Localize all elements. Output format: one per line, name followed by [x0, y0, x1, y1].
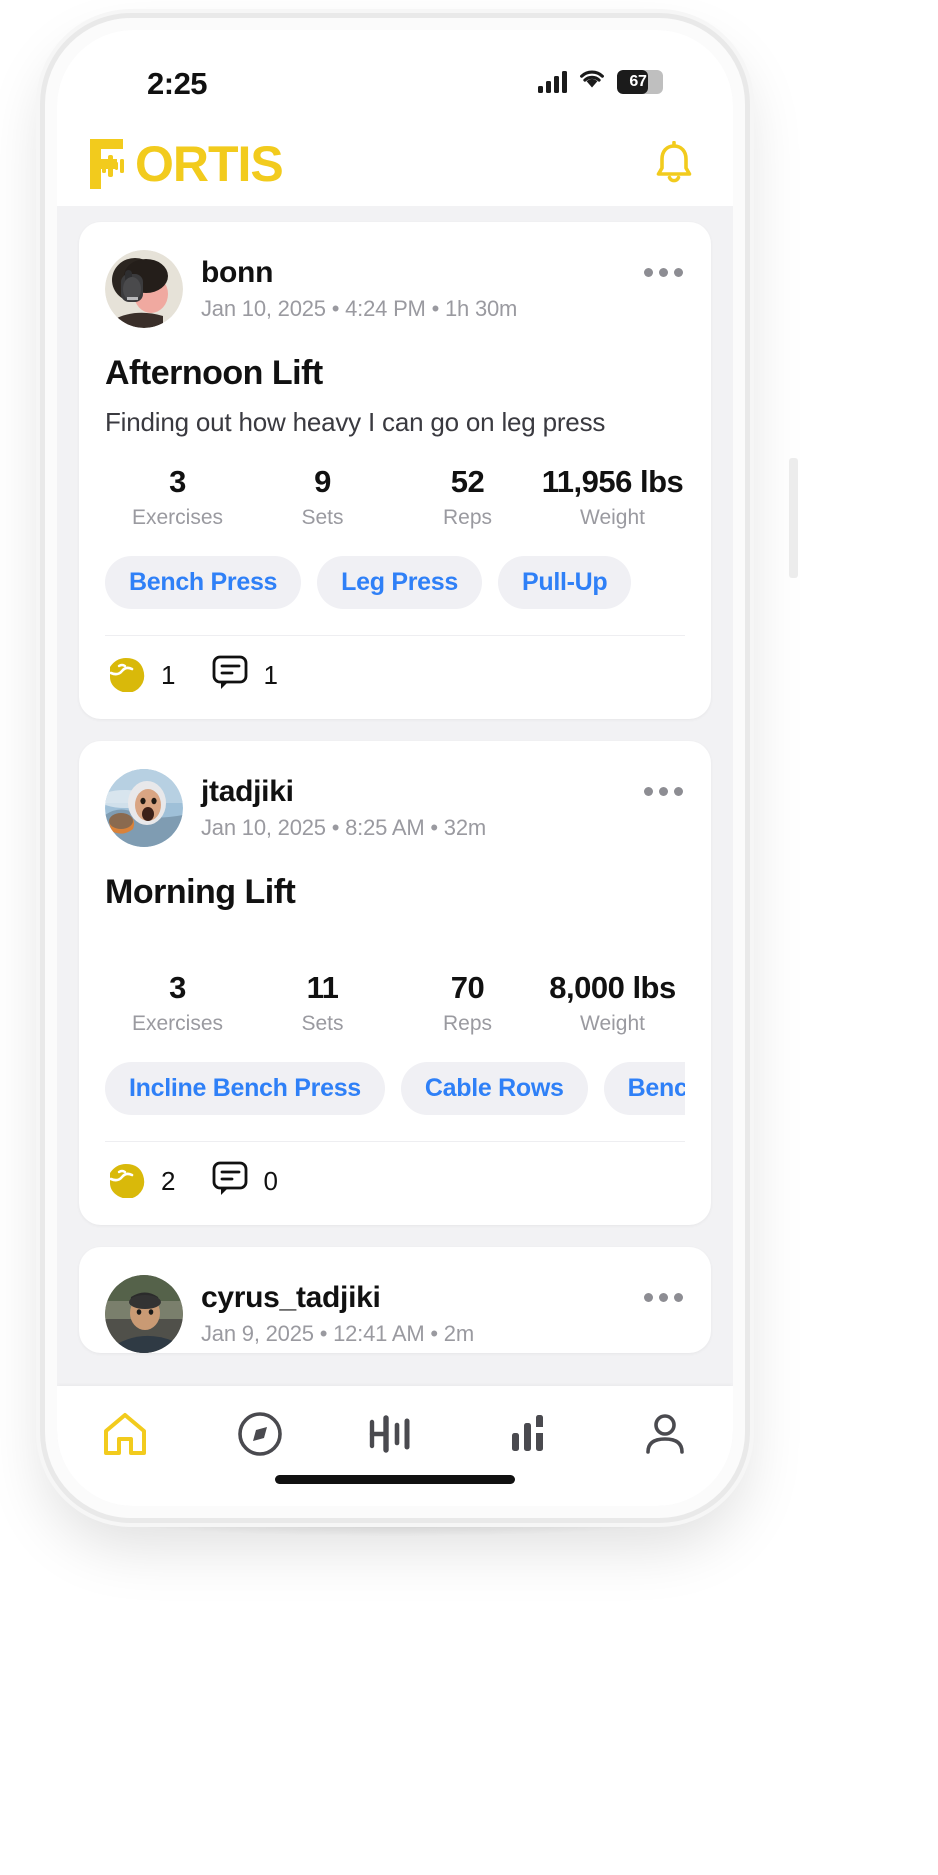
comment-bubble-icon	[211, 654, 251, 697]
post-card[interactable]: jtadjiki Jan 10, 2025 • 8:25 AM • 32m Mo…	[79, 741, 711, 1225]
phone-screen: 2:25 67 ORTIS bonn Jan 10, 2025 • 4:24 P…	[57, 30, 733, 1506]
post-stats: 3 Exercises 9 Sets 52 Reps 11,956 lbs We…	[105, 464, 685, 530]
flexed-biceps-icon	[105, 1160, 149, 1203]
exercise-tags[interactable]: Incline Bench Press Cable Rows Bench Pre…	[105, 1062, 685, 1115]
stat-label: Sets	[301, 1012, 344, 1035]
status-indicators: 67	[538, 68, 663, 95]
stat-sets: 11 Sets	[250, 970, 395, 1036]
flex-count: 2	[161, 1166, 176, 1196]
comment-button[interactable]: 0	[211, 1160, 278, 1203]
stat-label: Reps	[442, 506, 493, 529]
post-author-block: jtadjiki Jan 10, 2025 • 8:25 AM • 32m	[201, 775, 486, 841]
app-title: ORTIS	[135, 136, 284, 192]
flex-reaction-button[interactable]: 1	[105, 654, 175, 697]
power-button[interactable]	[789, 458, 798, 578]
stat-value: 11	[306, 970, 339, 1005]
nav-explore-button[interactable]	[228, 1408, 292, 1464]
post-author-block: bonn Jan 10, 2025 • 4:24 PM • 1h 30m	[201, 256, 517, 322]
avatar[interactable]	[105, 1275, 183, 1353]
post-title: Morning Lift	[105, 873, 296, 911]
post-header: bonn Jan 10, 2025 • 4:24 PM • 1h 30m	[105, 250, 685, 328]
fortis-barbell-f-icon	[85, 136, 143, 192]
post-meta: Jan 10, 2025 • 8:25 AM • 32m	[201, 814, 486, 840]
post-meta: Jan 10, 2025 • 4:24 PM • 1h 30m	[201, 295, 518, 321]
post-meta: Jan 9, 2025 • 12:41 AM • 2m	[201, 1320, 474, 1346]
comment-count: 0	[263, 1166, 278, 1196]
post-feed[interactable]: bonn Jan 10, 2025 • 4:24 PM • 1h 30m Aft…	[57, 206, 733, 1386]
post-more-options-button[interactable]	[644, 268, 683, 277]
stat-label: Weight	[580, 1012, 645, 1035]
exercise-tag[interactable]: Pull-Up	[497, 556, 632, 609]
comment-count: 1	[263, 660, 278, 690]
stat-reps: 52 Reps	[395, 464, 540, 530]
stat-value: 11,956 lbs	[541, 464, 684, 499]
app-logo[interactable]: ORTIS	[85, 136, 284, 192]
post-header: cyrus_tadjiki Jan 9, 2025 • 12:41 AM • 2…	[105, 1275, 685, 1353]
stat-weight: 11,956 lbs Weight	[540, 464, 685, 530]
nav-profile-button[interactable]	[633, 1408, 697, 1464]
bar-chart-icon	[506, 1411, 554, 1462]
battery-percent: 67	[629, 72, 647, 90]
exercise-tag[interactable]: Incline Bench Press	[105, 1062, 385, 1115]
post-more-options-button[interactable]	[644, 1293, 683, 1302]
stat-value: 52	[450, 464, 485, 499]
home-indicator[interactable]	[275, 1475, 515, 1484]
flexed-biceps-icon	[105, 654, 149, 697]
stat-label: Sets	[301, 506, 344, 529]
stat-label: Reps	[442, 1012, 493, 1035]
stat-sets: 9 Sets	[250, 464, 395, 530]
home-icon	[100, 1410, 150, 1463]
nav-home-button[interactable]	[93, 1408, 157, 1464]
nav-workout-button[interactable]	[363, 1408, 427, 1464]
stat-label: Exercises	[131, 506, 224, 529]
nav-stats-button[interactable]	[498, 1408, 562, 1464]
stat-value: 70	[450, 970, 485, 1005]
stat-value: 8,000 lbs	[549, 970, 676, 1005]
bell-icon[interactable]	[653, 140, 695, 187]
barbell-icon	[367, 1412, 423, 1461]
avatar[interactable]	[105, 250, 183, 328]
app-header: ORTIS	[57, 122, 733, 206]
exercise-tags[interactable]: Bench Press Leg Press Pull-Up	[105, 556, 685, 609]
stat-label: Weight	[580, 506, 645, 529]
status-bar: 2:25 67	[57, 30, 733, 122]
battery-icon: 67	[617, 69, 663, 94]
exercise-tag[interactable]: Leg Press	[317, 556, 482, 609]
status-time: 2:25	[147, 66, 208, 101]
post-card[interactable]: bonn Jan 10, 2025 • 4:24 PM • 1h 30m Aft…	[79, 222, 711, 719]
comment-bubble-icon	[211, 1160, 251, 1203]
username[interactable]: bonn	[201, 256, 517, 291]
stat-reps: 70 Reps	[395, 970, 540, 1036]
post-title: Afternoon Lift	[105, 354, 323, 392]
avatar[interactable]	[105, 769, 183, 847]
post-reactions: 2 0	[105, 1142, 685, 1225]
bottom-navigation	[57, 1386, 733, 1506]
exercise-tag[interactable]: Bench Press	[603, 1062, 685, 1115]
stat-exercises: 3 Exercises	[105, 970, 250, 1036]
post-stats: 3 Exercises 11 Sets 70 Reps 8,000 lbs We…	[105, 970, 685, 1036]
post-card[interactable]: cyrus_tadjiki Jan 9, 2025 • 12:41 AM • 2…	[79, 1247, 711, 1353]
wifi-icon	[578, 68, 606, 95]
username[interactable]: jtadjiki	[201, 775, 486, 810]
post-reactions: 1 1	[105, 636, 685, 719]
stat-value: 3	[169, 464, 186, 499]
stat-value: 3	[169, 970, 186, 1005]
compass-icon	[235, 1409, 285, 1464]
comment-button[interactable]: 1	[211, 654, 278, 697]
post-description: Finding out how heavy I can go on leg pr…	[105, 407, 606, 437]
stat-weight: 8,000 lbs Weight	[540, 970, 685, 1036]
stat-label: Exercises	[131, 1012, 224, 1035]
flex-reaction-button[interactable]: 2	[105, 1160, 175, 1203]
stat-exercises: 3 Exercises	[105, 464, 250, 530]
post-author-block: cyrus_tadjiki Jan 9, 2025 • 12:41 AM • 2…	[201, 1281, 474, 1347]
username[interactable]: cyrus_tadjiki	[201, 1281, 474, 1316]
post-header: jtadjiki Jan 10, 2025 • 8:25 AM • 32m	[105, 769, 685, 847]
flex-count: 1	[161, 660, 176, 690]
stat-value: 9	[314, 464, 331, 499]
post-more-options-button[interactable]	[644, 787, 683, 796]
exercise-tag[interactable]: Cable Rows	[400, 1062, 588, 1115]
person-icon	[641, 1410, 689, 1463]
exercise-tag[interactable]: Bench Press	[105, 556, 302, 609]
cellular-signal-icon	[538, 70, 567, 93]
